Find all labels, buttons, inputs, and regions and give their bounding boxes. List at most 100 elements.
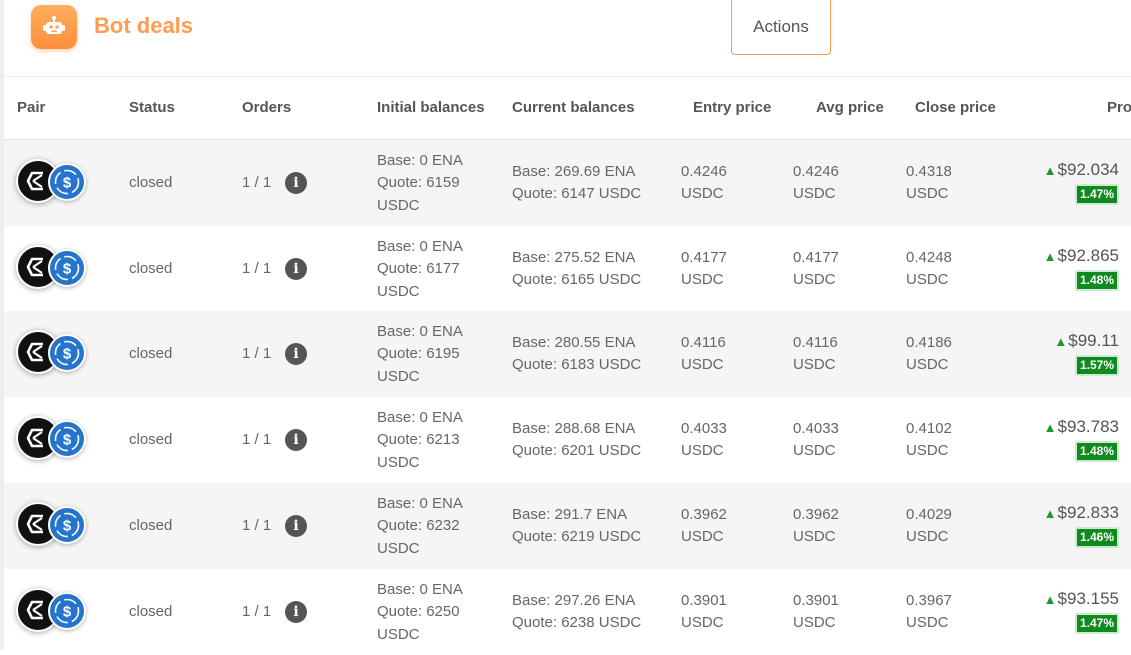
profit-value: ▲$99.11	[1054, 331, 1119, 350]
pair-icons: $	[16, 502, 88, 548]
avg-price-unit: USDC	[793, 528, 836, 545]
svg-text:$: $	[63, 261, 72, 278]
avg-price: 0.4177	[793, 249, 839, 266]
entry-price-unit: USDC	[681, 356, 724, 373]
status-text: closed	[129, 603, 173, 620]
close-price-unit: USDC	[906, 271, 949, 288]
close-price-unit: USDC	[906, 442, 949, 459]
close-price: 0.3967	[906, 592, 952, 609]
profit-percent-badge: 1.46%	[1075, 527, 1120, 548]
initial-quote-unit: USDC	[377, 197, 420, 214]
profit-value: ▲$93.783	[1043, 417, 1119, 436]
avg-price-unit: USDC	[793, 356, 836, 373]
profit-percent-badge: 1.57%	[1075, 355, 1120, 376]
close-price: 0.4318	[906, 163, 952, 180]
initial-base: Base: 0 ENA	[377, 323, 463, 340]
current-quote: Quote: 6238 USDC	[512, 614, 642, 631]
table-row[interactable]: $ closed 1 / 1 i Base: 0 ENA Quote: 6213…	[4, 397, 1131, 483]
status-text: closed	[129, 345, 173, 362]
column-orders[interactable]: Orders	[242, 99, 291, 116]
column-status[interactable]: Status	[129, 99, 175, 116]
up-arrow-icon: ▲	[1043, 420, 1057, 435]
status-text: closed	[129, 260, 173, 277]
info-icon[interactable]: i	[285, 515, 307, 537]
pair-icons: $	[16, 330, 88, 376]
column-avg-price[interactable]: Avg price	[816, 99, 884, 116]
avg-price-unit: USDC	[793, 614, 836, 631]
column-profit[interactable]: Pro	[1107, 99, 1131, 116]
info-icon[interactable]: i	[285, 601, 307, 623]
svg-text:$: $	[63, 518, 72, 535]
column-pair[interactable]: Pair	[17, 99, 45, 116]
close-price: 0.4029	[906, 506, 952, 523]
orders-count: 1 / 1	[242, 345, 272, 362]
column-initial-balances[interactable]: Initial balances	[377, 99, 485, 116]
table-row[interactable]: $ closed 1 / 1 i Base: 0 ENA Quote: 6250…	[4, 569, 1131, 655]
page-title: Bot deals	[94, 13, 194, 38]
close-price-unit: USDC	[906, 614, 949, 631]
close-price: 0.4248	[906, 249, 952, 266]
initial-quote: Quote: 6213	[377, 431, 460, 448]
initial-quote: Quote: 6159	[377, 174, 460, 191]
up-arrow-icon: ▲	[1054, 334, 1068, 349]
orders-count: 1 / 1	[242, 431, 272, 448]
table-row[interactable]: $ closed 1 / 1 i Base: 0 ENA Quote: 6195…	[4, 311, 1131, 397]
profit-value: ▲$92.865	[1043, 246, 1119, 265]
up-arrow-icon: ▲	[1043, 163, 1057, 178]
status-text: closed	[129, 517, 173, 534]
close-price-unit: USDC	[906, 185, 949, 202]
usdc-coin-icon: $	[48, 506, 86, 544]
initial-quote: Quote: 6232	[377, 517, 460, 534]
profit-percent-badge: 1.48%	[1075, 441, 1120, 462]
entry-price: 0.4116	[681, 334, 726, 351]
table-row[interactable]: $ closed 1 / 1 i Base: 0 ENA Quote: 6159…	[4, 140, 1131, 226]
current-quote: Quote: 6183 USDC	[512, 356, 642, 373]
current-base: Base: 269.69 ENA	[512, 163, 636, 180]
status-text: closed	[129, 431, 173, 448]
close-price-unit: USDC	[906, 356, 949, 373]
usdc-coin-icon: $	[48, 334, 86, 372]
current-quote: Quote: 6165 USDC	[512, 271, 642, 288]
column-entry-price[interactable]: Entry price	[693, 99, 771, 116]
current-quote: Quote: 6147 USDC	[512, 185, 642, 202]
info-icon[interactable]: i	[285, 258, 307, 280]
page-header: Bot deals Actions	[0, 0, 1131, 77]
initial-base: Base: 0 ENA	[377, 581, 463, 598]
pair-icons: $	[16, 159, 88, 205]
info-icon[interactable]: i	[285, 172, 307, 194]
orders-count: 1 / 1	[242, 260, 272, 277]
pair-icons: $	[16, 588, 88, 634]
initial-quote-unit: USDC	[377, 540, 420, 557]
entry-price-unit: USDC	[681, 185, 724, 202]
up-arrow-icon: ▲	[1043, 249, 1057, 264]
pair-icons: $	[16, 245, 88, 291]
current-quote: Quote: 6219 USDC	[512, 528, 642, 545]
actions-button[interactable]: Actions	[731, 0, 831, 55]
column-current-balances[interactable]: Current balances	[512, 99, 635, 116]
current-base: Base: 288.68 ENA	[512, 420, 636, 437]
info-icon[interactable]: i	[285, 429, 307, 451]
entry-price: 0.4033	[681, 420, 727, 437]
table-row[interactable]: $ closed 1 / 1 i Base: 0 ENA Quote: 6177…	[4, 226, 1131, 312]
initial-quote-unit: USDC	[377, 283, 420, 300]
current-base: Base: 291.7 ENA	[512, 506, 628, 523]
usdc-coin-icon: $	[48, 163, 86, 201]
entry-price-unit: USDC	[681, 614, 724, 631]
orders-count: 1 / 1	[242, 603, 272, 620]
profit-value: ▲$92.833	[1043, 503, 1119, 522]
initial-base: Base: 0 ENA	[377, 495, 463, 512]
info-icon[interactable]: i	[285, 343, 307, 365]
table-row[interactable]: $ closed 1 / 1 i Base: 0 ENA Quote: 6232…	[4, 483, 1131, 569]
pair-icons: $	[16, 416, 88, 462]
entry-price: 0.3901	[681, 592, 727, 609]
entry-price-unit: USDC	[681, 442, 724, 459]
column-close-price[interactable]: Close price	[915, 99, 996, 116]
avg-price-unit: USDC	[793, 185, 836, 202]
avg-price-unit: USDC	[793, 442, 836, 459]
usdc-coin-icon: $	[48, 420, 86, 458]
orders-count: 1 / 1	[242, 517, 272, 534]
current-base: Base: 275.52 ENA	[512, 249, 636, 266]
current-base: Base: 297.26 ENA	[512, 592, 636, 609]
profit-value: ▲$92.034	[1043, 160, 1119, 179]
close-price: 0.4186	[906, 334, 952, 351]
